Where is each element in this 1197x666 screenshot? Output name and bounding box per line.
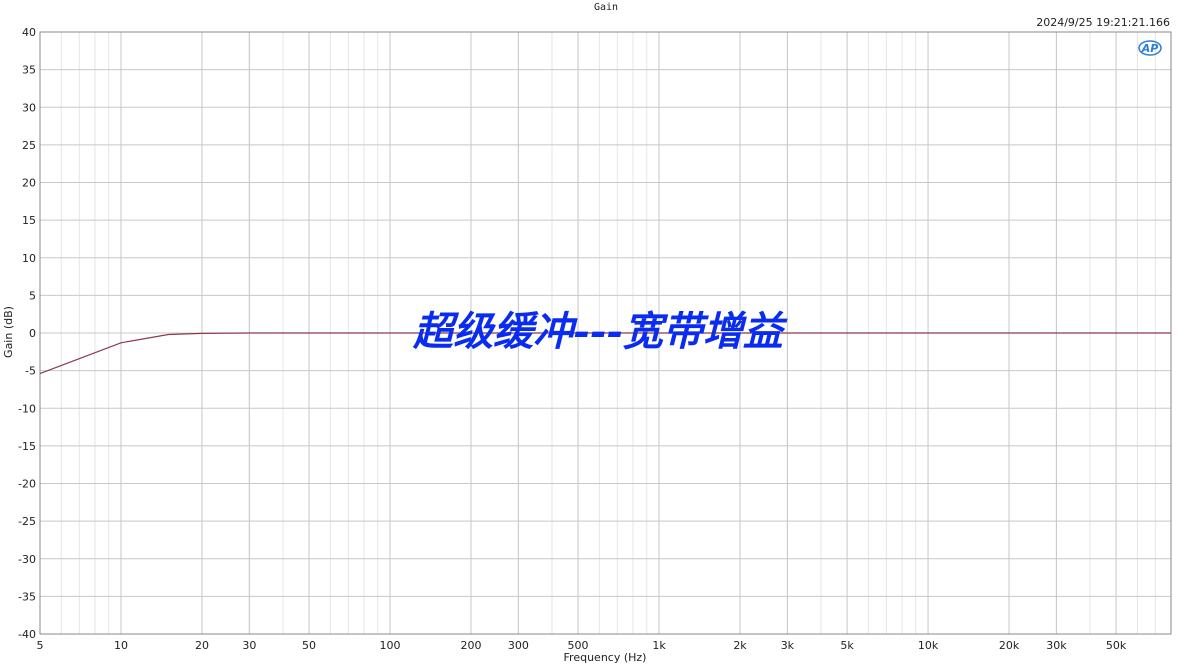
y-tick-label: -30: [18, 553, 36, 566]
x-tick-label: 30: [242, 639, 256, 652]
y-tick-label: 0: [29, 327, 36, 340]
x-tick-label: 10: [114, 639, 128, 652]
x-tick-label: 100: [380, 639, 401, 652]
ap-logo: AP: [1138, 40, 1162, 56]
y-tick-label: 30: [22, 101, 36, 114]
x-tick-label: 1k: [652, 639, 666, 652]
y-tick-label: 40: [22, 26, 36, 39]
x-tick-label: 5: [37, 639, 44, 652]
x-tick-label: 2k: [733, 639, 747, 652]
y-tick-label: 15: [22, 214, 36, 227]
x-tick-label: 50k: [1106, 639, 1127, 652]
svg-text:AP: AP: [1141, 42, 1159, 55]
x-tick-label: 20: [195, 639, 209, 652]
x-tick-label: 20k: [999, 639, 1020, 652]
y-tick-label: -10: [18, 402, 36, 415]
chart-title: Gain: [594, 2, 618, 13]
x-tick-label: 200: [460, 639, 481, 652]
x-axis-title: Frequency (Hz): [564, 651, 647, 664]
x-tick-label: 300: [508, 639, 529, 652]
y-tick-label: -35: [18, 590, 36, 603]
x-tick-label: 50: [302, 639, 316, 652]
y-tick-label: 5: [29, 289, 36, 302]
chart-timestamp: 2024/9/25 19:21:21.166: [1036, 16, 1170, 29]
y-tick-label: 35: [22, 64, 36, 77]
y-tick-label: 10: [22, 252, 36, 265]
gain-chart: Gain 2024/9/25 19:21:21.166 5 10 20 30 50 100…: [2, 2, 1172, 664]
y-tick-label: -20: [18, 478, 36, 491]
y-axis-title: Gain (dB): [2, 306, 15, 358]
y-tick-label: -15: [18, 440, 36, 453]
y-tick-label: -25: [18, 515, 36, 528]
x-tick-label: 30k: [1046, 639, 1067, 652]
x-tick-label: 5k: [840, 639, 854, 652]
x-tick-label: 10k: [918, 639, 939, 652]
y-tick-label: 20: [22, 177, 36, 190]
x-tick-label: 3k: [781, 639, 795, 652]
overlay-annotation: 超级缓冲---宽带增益: [412, 308, 788, 355]
y-tick-label: 25: [22, 139, 36, 152]
y-tick-label: -40: [18, 628, 36, 641]
y-tick-labels: 40 35 30 25 20 15 10 5 0 -5 -10 -15 -20 -25 -30 -35 -40: [18, 26, 36, 641]
y-tick-label: -5: [25, 365, 36, 378]
